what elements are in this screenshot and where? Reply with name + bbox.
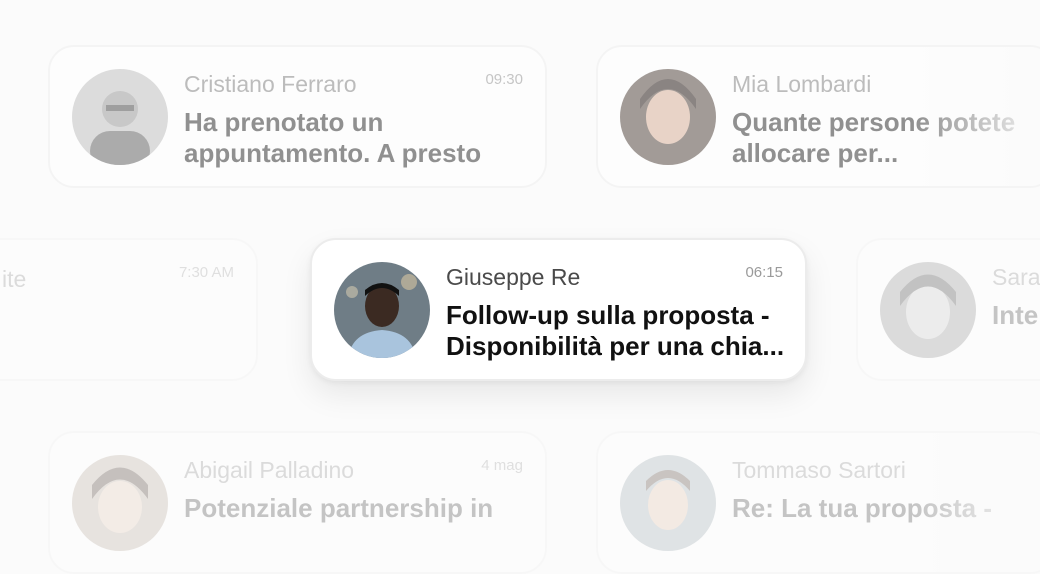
sender-name-partial: ite	[2, 266, 27, 292]
message-preview: Re: La tua proposta -	[732, 493, 993, 523]
avatar-man-icon	[334, 262, 430, 358]
notification-card[interactable]: ite 7:30 AM	[0, 238, 258, 381]
notification-card[interactable]: Cristiano Ferraro 09:30 Ha prenotato un …	[48, 45, 547, 188]
avatar-woman-icon	[880, 262, 976, 358]
timestamp: 4 mag	[481, 457, 523, 474]
avatar-woman-icon	[72, 455, 168, 551]
sender-name: Mia Lombardi	[732, 71, 872, 97]
message-preview: Ha prenotato un appuntamento. A presto	[184, 107, 482, 168]
message-preview: Inte	[992, 300, 1039, 330]
notification-card[interactable]: Abigail Palladino 4 mag Potenziale partn…	[48, 431, 547, 574]
sender-name: Giuseppe Re	[446, 264, 581, 290]
notification-card[interactable]: Tommaso Sartori Re: La tua proposta -	[596, 431, 1040, 574]
avatar-woman-icon	[620, 69, 716, 165]
sender-name: Abigail Palladino	[184, 457, 355, 483]
message-preview: Follow-up sulla proposta - Disponibilità…	[446, 300, 785, 361]
timestamp: 7:30 AM	[178, 264, 234, 281]
avatar-man-icon	[620, 455, 716, 551]
sender-name: Tommaso Sartori	[732, 457, 906, 483]
avatar-man-beard-icon	[72, 69, 168, 165]
notification-card[interactable]: Mia Lombardi Quante persone potete alloc…	[596, 45, 1040, 188]
message-preview: Potenziale partnership in	[184, 493, 494, 523]
sender-name: Sara	[992, 264, 1040, 290]
timestamp: 06:15	[745, 264, 783, 281]
notification-card[interactable]: Sara Inte	[856, 238, 1040, 381]
message-preview: Quante persone potete allocare per...	[732, 107, 1016, 168]
timestamp: 09:30	[485, 71, 523, 88]
notification-card-focused[interactable]: Giuseppe Re 06:15 Follow-up sulla propos…	[310, 238, 807, 381]
sender-name: Cristiano Ferraro	[184, 71, 357, 97]
